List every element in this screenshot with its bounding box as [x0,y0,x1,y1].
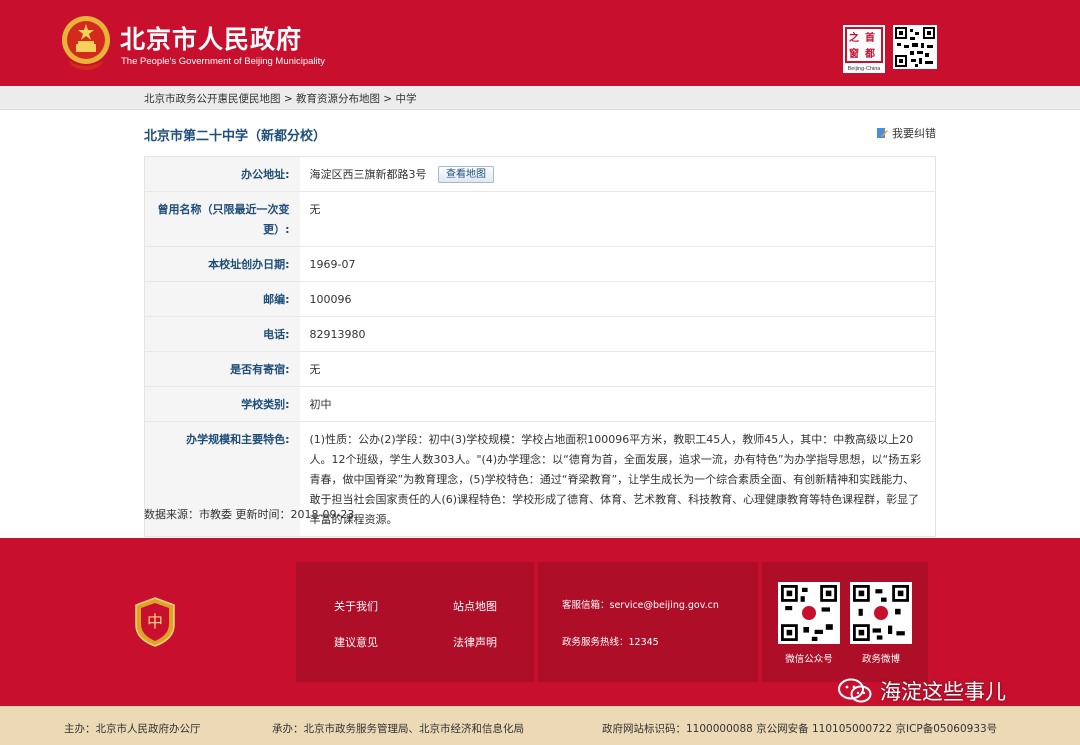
row-label: 学校类别: [144,386,300,422]
row-value: 100096 [299,281,936,317]
suggestion-link[interactable]: 建议意见 [334,634,378,650]
footer-links-panel: 关于我们 站点地图 建议意见 法律声明 [296,562,534,682]
report-error-label[interactable]: 我要纠错 [892,125,936,141]
row-label: 曾用名称（只限最近一次变更）: [144,191,300,247]
wechat-watermark: 海淀这些事儿 [838,676,1006,706]
page-title: 北京市第二十中学（新都分校） [144,129,327,144]
legal-notice-link[interactable]: 法律声明 [453,634,497,650]
capital-window-logo[interactable]: 首 都 之 窗 Beijing-China [843,25,885,73]
data-source-line: 数据来源：市教委 更新时间：2018-09-23 [144,508,355,521]
host-organization: 主办：北京市人民政府办公厅 [64,723,201,735]
view-map-button[interactable]: 查看地图 [438,166,494,183]
row-label: 办公地址: [144,156,300,192]
site-title[interactable]: 北京市人民政府 [120,20,302,56]
bottom-info-bar: 主办：北京市人民政府办公厅 承办：北京市政务服务管理局、北京市经济和信息化局 政… [0,706,1080,745]
table-row: 是否有寄宿: 无 [144,351,936,387]
service-email[interactable]: 客服信箱：service@beijing.gov.cn [562,597,719,611]
svg-text:中: 中 [147,612,163,631]
table-row: 学校类别: 初中 [144,386,936,422]
footer-contact-panel: 客服信箱：service@beijing.gov.cn 政务服务热线：12345 [538,562,758,682]
row-label: 本校址创办日期: [144,246,300,282]
organizer: 承办：北京市政务服务管理局、北京市经济和信息化局 [272,723,524,735]
wechat-icon [838,678,872,703]
breadcrumb[interactable]: 北京市政务公开惠民便民地图 > 教育资源分布地图 > 中学 [144,91,416,106]
report-error-link[interactable]: 我要纠错 [876,125,936,141]
table-row: 电话: 82913980 [144,316,936,352]
site-header: 北京市人民政府 The People's Government of Beiji… [0,0,1080,86]
row-value: 无 [299,351,936,387]
weibo-qr-code-icon[interactable] [850,582,912,644]
service-hotline: 政务服务热线：12345 [562,637,659,648]
address-value: 海淀区西三旗新都路3号 [309,168,427,181]
logo-char: 都 [865,49,875,60]
row-value: 无 [299,191,936,247]
logo-caption: Beijing-China [847,66,881,72]
wechat-qr-code-icon[interactable] [778,582,840,644]
row-label: 电话: [144,316,300,352]
table-row: 邮编: 100096 [144,281,936,317]
pencil-icon [877,128,888,138]
breadcrumb-bar: 北京市政务公开惠民便民地图 > 教育资源分布地图 > 中学 [0,86,1080,110]
row-value: 初中 [299,386,936,422]
national-emblem-icon [62,16,110,70]
logo-char: 首 [865,33,875,44]
weibo-qr-label: 政务微博 [861,654,900,665]
table-row: 曾用名称（只限最近一次变更）: 无 [144,191,936,247]
site-identifiers[interactable]: 政府网站标识码：1100000088 京公网安备 110105000722 京I… [602,721,997,736]
row-value: 1969-07 [299,246,936,282]
party-government-badge-icon[interactable]: 中 [134,597,176,647]
site-subtitle: The People's Government of Beijing Munic… [121,56,326,67]
row-value: 82913980 [299,316,936,352]
table-row: 本校址创办日期: 1969-07 [144,246,936,282]
wechat-qr-label: 微信公众号 [785,654,833,665]
logo-char: 之 [849,33,859,44]
site-map-link[interactable]: 站点地图 [453,598,497,614]
footer-qr-panel: 微信公众号 政务微博 [762,562,928,682]
school-features-value: (1)性质：公办(2)学段：初中(3)学校规模：学校占地面积100096平方米，… [299,421,936,537]
row-label: 邮编: [144,281,300,317]
table-row: 办公地址: 海淀区西三旗新都路3号 查看地图 [144,156,936,192]
about-us-link[interactable]: 关于我们 [334,598,378,614]
logo-char: 窗 [849,49,859,60]
qr-code-icon[interactable] [893,25,937,69]
school-info-table: 办公地址: 海淀区西三旗新都路3号 查看地图 曾用名称（只限最近一次变更）: 无… [144,156,936,537]
row-label: 是否有寄宿: [144,351,300,387]
watermark-text: 海淀这些事儿 [880,680,1006,704]
